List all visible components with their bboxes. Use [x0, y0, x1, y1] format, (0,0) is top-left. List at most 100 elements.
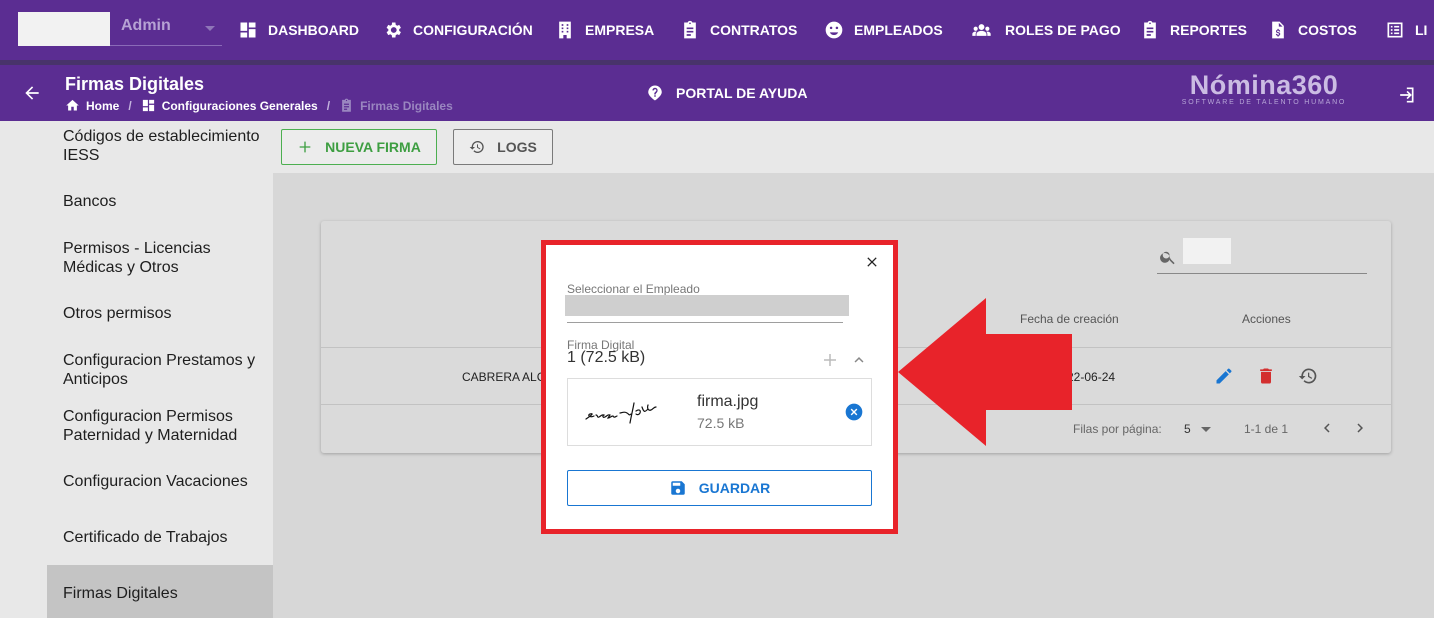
dashboard-icon — [240, 22, 256, 38]
file-dollar-icon — [1272, 21, 1284, 39]
sidebar-item-firmas-digitales[interactable]: Firmas Digitales — [63, 584, 268, 603]
action-toolbar: NUEVA FIRMA LOGS — [273, 121, 1434, 173]
search-icon — [1160, 251, 1175, 265]
nav-reportes[interactable]: REPORTES — [1140, 18, 1247, 42]
employee-select[interactable] — [565, 295, 849, 316]
button-label: GUARDAR — [698, 480, 771, 496]
page-title: Firmas Digitales — [65, 74, 205, 94]
sidebar-item-prestamos[interactable]: Configuracion Prestamos y Anticipos — [63, 351, 263, 389]
logout-icon[interactable] — [1396, 85, 1416, 105]
help-portal-link[interactable]: PORTAL DE AYUDA — [646, 84, 807, 102]
cell-fecha: 22-06-24 — [1067, 370, 1116, 384]
save-button[interactable]: GUARDAR — [567, 470, 872, 506]
pagination-range: 1-1 de 1 — [1244, 422, 1289, 436]
nav-label: CONFIGURACIÓN — [413, 22, 533, 38]
user-role: Admin — [121, 17, 171, 34]
brand-name: Nómina360 — [1189, 70, 1339, 100]
button-label: LOGS — [497, 139, 537, 155]
clipboard-icon — [342, 98, 351, 112]
nav-contratos[interactable]: CONTRATOS — [680, 18, 797, 42]
signature-dialog: Seleccionar el Empleado Firma Digital 1 … — [546, 245, 893, 529]
caret-down-icon — [205, 26, 215, 31]
brand-logo: Nómina360 SOFTWARE DE TALENTO HUMANO — [1174, 70, 1354, 106]
employee-underline — [567, 322, 843, 323]
gear-icon — [386, 22, 401, 38]
nav-label: LI — [1415, 22, 1428, 38]
signature-dialog-highlight: Seleccionar el Empleado Firma Digital 1 … — [541, 240, 898, 534]
chevron-right-icon[interactable] — [1351, 419, 1369, 437]
nav-empresa[interactable]: EMPRESA — [555, 18, 654, 42]
sidebar-item-paternidad[interactable]: Configuracion Permisos Paternidad y Mate… — [63, 407, 253, 445]
close-icon[interactable] — [864, 254, 880, 270]
nav-label: COSTOS — [1298, 22, 1357, 38]
remove-file-icon[interactable] — [844, 402, 864, 422]
nav-empleados[interactable]: EMPLEADOS — [824, 18, 943, 42]
breadcrumb: Home / Configuraciones Generales / Firma… — [65, 98, 453, 113]
nav-label: CONTRATOS — [710, 22, 798, 38]
help-label: PORTAL DE AYUDA — [676, 85, 808, 101]
search-input[interactable] — [1183, 238, 1231, 264]
caret-down-icon[interactable] — [1201, 427, 1211, 432]
group-icon — [972, 24, 991, 36]
breadcrumb-current: Firmas Digitales — [339, 98, 453, 113]
sidebar: Códigos de establecimiento IESS Bancos P… — [47, 121, 273, 618]
breadcrumb-label: Home — [86, 98, 120, 113]
nav-label: REPORTES — [1170, 22, 1248, 38]
file-name: firma.jpg — [697, 393, 759, 410]
rows-per-page-label: Filas por página: — [1073, 422, 1162, 436]
face-icon — [825, 21, 843, 39]
help-icon — [648, 85, 662, 101]
nav-costos[interactable]: COSTOS — [1268, 18, 1357, 42]
uploaded-file-item: firma.jpg 72.5 kB — [567, 378, 872, 446]
brand-tagline: SOFTWARE DE TALENTO HUMANO — [1181, 99, 1347, 106]
new-signature-button[interactable]: NUEVA FIRMA — [281, 129, 437, 165]
nav-label: EMPLEADOS — [854, 22, 943, 38]
nav-label: ROLES DE PAGO — [1005, 22, 1121, 38]
file-size: 72.5 kB — [697, 415, 745, 431]
plus-icon[interactable] — [821, 351, 839, 369]
column-header-acciones: Acciones — [1242, 312, 1291, 326]
sidebar-item-otros-permisos[interactable]: Otros permisos — [63, 304, 268, 323]
history-icon — [469, 140, 484, 153]
arrow-back-icon[interactable] — [22, 83, 42, 103]
nav-label: EMPRESA — [585, 22, 655, 38]
rows-per-page-select[interactable]: 5 — [1184, 422, 1191, 436]
nav-li[interactable]: LI — [1385, 18, 1427, 42]
logs-button[interactable]: LOGS — [453, 129, 553, 165]
breadcrumb-configuraciones[interactable]: Configuraciones Generales — [141, 98, 318, 113]
delete-icon[interactable] — [1256, 366, 1276, 386]
search-underline — [1157, 273, 1367, 274]
clipboard-icon — [684, 20, 696, 39]
history-icon[interactable] — [1298, 366, 1318, 386]
chevron-up-icon[interactable] — [850, 351, 868, 369]
sidebar-item-certificado[interactable]: Certificado de Trabajos — [63, 528, 268, 547]
nav-dashboard[interactable]: DASHBOARD — [238, 18, 359, 42]
top-navbar: Admin DASHBOARD CONFIGURACIÓN EMPRESA CO… — [0, 0, 1434, 60]
file-count: 1 (72.5 kB) — [567, 349, 646, 366]
sidebar-item-codigos-iess[interactable]: Códigos de establecimiento IESS — [63, 127, 268, 165]
home-icon — [66, 99, 79, 111]
building-icon — [559, 21, 571, 39]
chevron-left-icon[interactable] — [1318, 419, 1336, 437]
breadcrumb-label: Firmas Digitales — [360, 98, 453, 113]
clipboard-icon — [1144, 20, 1156, 39]
nav-label: DASHBOARD — [268, 22, 359, 38]
user-name-redacted — [18, 12, 110, 46]
plus-icon — [299, 141, 311, 153]
page-header: Firmas Digitales Home / Configuraciones … — [0, 65, 1434, 121]
dashboard-icon — [142, 99, 154, 112]
breadcrumb-home[interactable]: Home — [65, 98, 119, 113]
breadcrumb-label: Configuraciones Generales — [161, 98, 318, 113]
edit-icon[interactable] — [1214, 366, 1234, 386]
button-label: NUEVA FIRMA — [325, 139, 421, 155]
list-icon — [1387, 22, 1403, 38]
breadcrumb-separator: / — [326, 98, 331, 113]
sidebar-item-vacaciones[interactable]: Configuracion Vacaciones — [63, 472, 268, 491]
annotation-arrow — [898, 298, 1072, 446]
sidebar-item-permisos-licencias[interactable]: Permisos - Licencias Médicas y Otros — [63, 239, 268, 277]
cell-nombre: CABRERA ALC — [462, 370, 546, 384]
user-selector[interactable]: Admin — [18, 12, 222, 46]
nav-configuracion[interactable]: CONFIGURACIÓN — [383, 18, 533, 42]
nav-roles-de-pago[interactable]: ROLES DE PAGO — [968, 18, 1121, 42]
sidebar-item-bancos[interactable]: Bancos — [63, 192, 268, 211]
